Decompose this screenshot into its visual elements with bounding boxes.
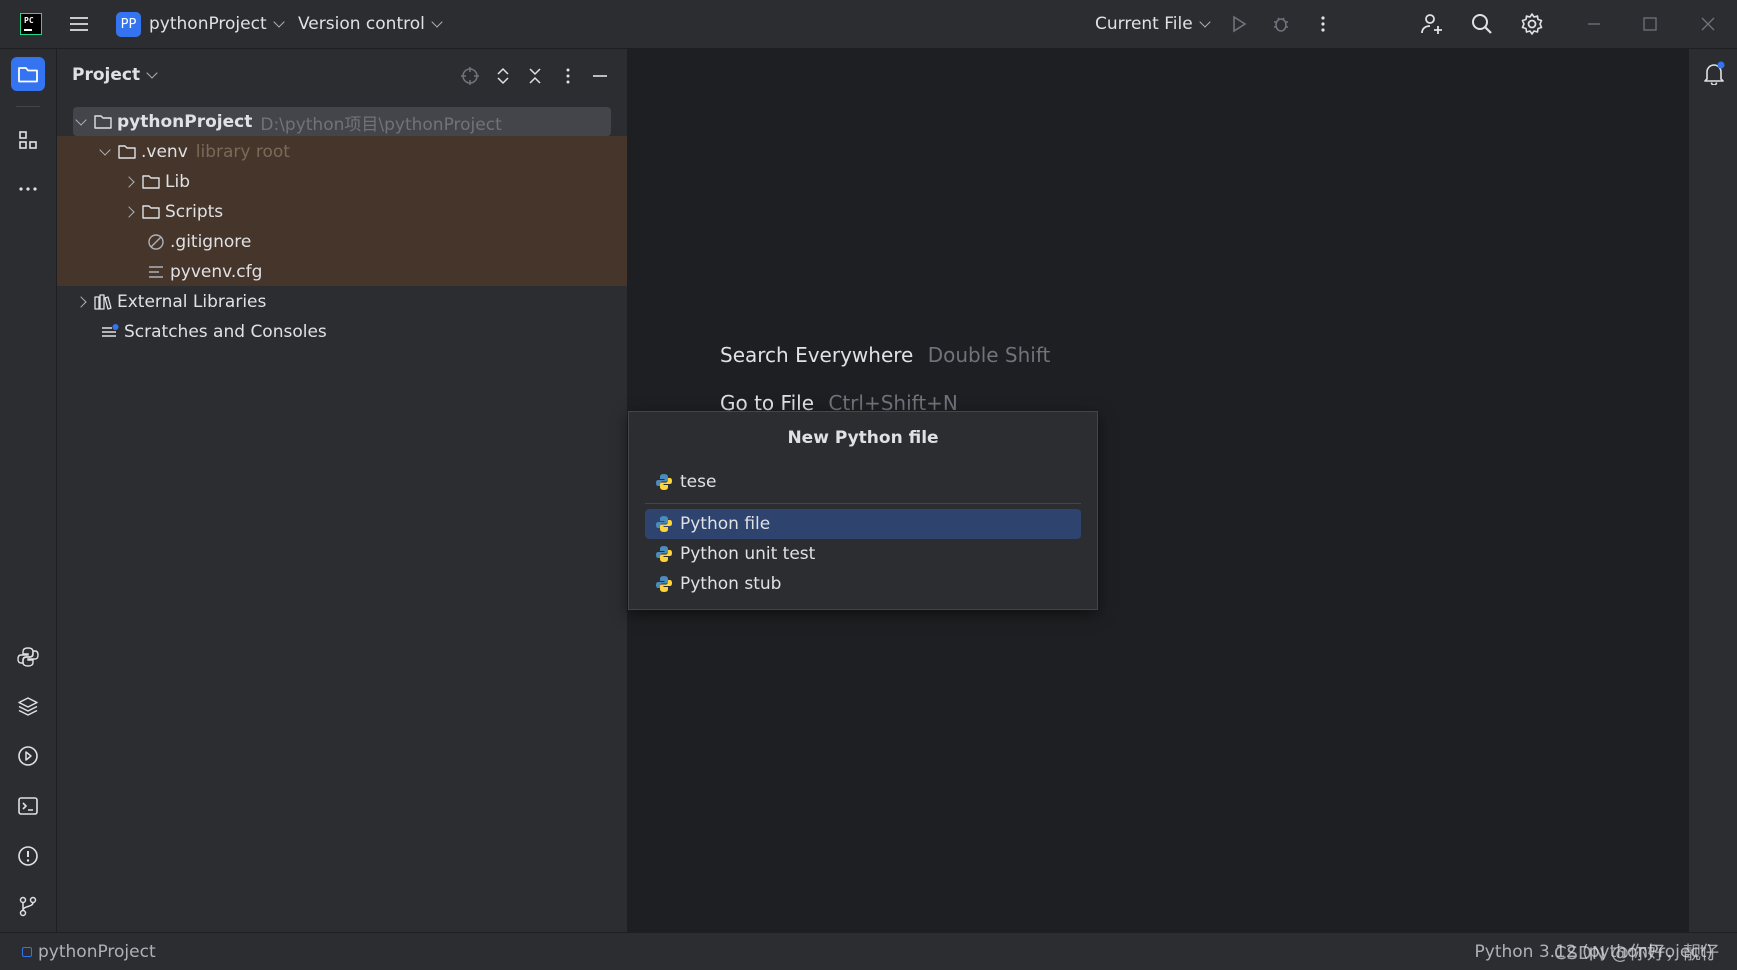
maximize-icon[interactable] <box>1640 14 1660 34</box>
version-control-menu[interactable]: Version control <box>298 0 443 48</box>
new-python-file-dialog: New Python file tese Python file Python … <box>628 411 1098 610</box>
problems-icon[interactable] <box>12 840 44 872</box>
dialog-divider <box>645 503 1081 504</box>
python-file-icon <box>656 516 672 532</box>
library-icon <box>94 294 112 310</box>
folder-icon <box>142 175 160 189</box>
chevron-down-icon <box>272 15 285 28</box>
project-selector[interactable]: PP pythonProject <box>116 0 285 48</box>
tree-item-scratches[interactable]: Scratches and Consoles <box>100 317 327 347</box>
python-console-icon[interactable] <box>12 641 44 673</box>
python-file-icon <box>656 546 672 562</box>
filename-input[interactable]: tese <box>645 467 1081 497</box>
tree-item-label: .gitignore <box>170 232 252 252</box>
tree-item-scripts[interactable]: Scripts <box>123 197 224 227</box>
option-label: Python unit test <box>680 544 816 564</box>
tree-item-label: Scripts <box>165 202 224 222</box>
python-file-icon <box>656 576 672 592</box>
project-name: pythonProject <box>149 14 267 34</box>
tree-item-label: External Libraries <box>117 292 267 312</box>
run-icon[interactable] <box>1229 14 1249 34</box>
chevron-right-icon <box>75 296 87 308</box>
close-icon[interactable] <box>1698 14 1718 34</box>
chevron-down-icon <box>99 144 111 156</box>
ignored-file-icon <box>148 234 164 250</box>
layers-icon[interactable] <box>12 690 44 722</box>
hint-action: Search Everywhere <box>720 343 914 367</box>
run-config-label: Current File <box>1095 14 1193 34</box>
option-python-stub[interactable]: Python stub <box>645 569 1081 599</box>
project-badge: PP <box>116 11 141 37</box>
tree-item-pythonproject[interactable]: pythonProject D:\python项目\pythonProject <box>75 107 502 137</box>
structure-icon[interactable] <box>12 124 44 156</box>
hamburger-menu-icon[interactable] <box>69 14 89 34</box>
folder-icon <box>94 115 112 129</box>
scratches-icon <box>102 324 119 337</box>
hide-panel-icon[interactable] <box>590 66 610 86</box>
more-vertical-icon[interactable] <box>558 66 578 86</box>
expand-all-icon[interactable] <box>493 66 513 86</box>
chevron-right-icon <box>123 206 135 218</box>
panel-header[interactable]: Project <box>72 63 158 87</box>
status-watermark: CSDN @你好，靓仔 <box>1553 942 1719 964</box>
status-project-breadcrumb[interactable]: pythonProject <box>22 933 156 970</box>
chevron-down-icon <box>146 66 158 79</box>
option-label: Python file <box>680 514 771 534</box>
chevron-right-icon <box>123 176 135 188</box>
tree-item-path: D:\python项目\pythonProject <box>260 114 502 135</box>
tree-item-label: Lib <box>165 172 190 192</box>
more-horizontal-icon[interactable] <box>12 173 44 205</box>
status-bar: pythonProject Python 3.12 (pythonProject… <box>0 932 1737 970</box>
tree-item-lib[interactable]: Lib <box>123 167 190 197</box>
option-python-file[interactable]: Python file <box>645 509 1081 539</box>
notifications-bell-icon[interactable] <box>1702 61 1726 86</box>
config-file-icon <box>149 266 163 278</box>
status-project-label: pythonProject <box>38 941 156 962</box>
locate-icon[interactable] <box>460 66 480 86</box>
tree-item-venv[interactable]: .venv library root <box>99 137 290 167</box>
git-branch-icon[interactable] <box>12 890 44 922</box>
folder-icon <box>142 205 160 219</box>
chevron-down-icon <box>1199 15 1211 28</box>
tree-item-pyvenv-cfg[interactable]: pyvenv.cfg <box>146 257 262 287</box>
terminal-icon[interactable] <box>12 790 44 822</box>
hint-search-everywhere: Search Everywhere Double Shift <box>720 343 1050 367</box>
tree-item-label: pythonProject <box>117 112 253 132</box>
filename-input-value: tese <box>680 472 717 492</box>
folder-icon <box>118 145 136 159</box>
option-python-unit-test[interactable]: Python unit test <box>645 539 1081 569</box>
services-icon[interactable] <box>12 740 44 772</box>
tree-item-label: .venv <box>141 142 188 162</box>
search-icon[interactable] <box>1470 12 1494 36</box>
tree-item-label: Scratches and Consoles <box>124 322 327 342</box>
version-control-label: Version control <box>298 14 425 34</box>
panel-title: Project <box>72 65 141 85</box>
option-label: Python stub <box>680 574 782 594</box>
dialog-title: New Python file <box>787 428 939 448</box>
folder-icon[interactable] <box>11 57 45 91</box>
strip-divider <box>16 106 40 107</box>
tree-item-label: pyvenv.cfg <box>170 262 263 282</box>
debug-icon[interactable] <box>1271 14 1291 34</box>
tree-item-external-libraries[interactable]: External Libraries <box>75 287 267 317</box>
tree-item-gitignore[interactable]: .gitignore <box>146 227 251 257</box>
square-icon <box>22 946 32 957</box>
more-vertical-icon[interactable] <box>1313 14 1333 34</box>
settings-gear-icon[interactable] <box>1520 12 1544 36</box>
minimize-icon[interactable] <box>1584 14 1604 34</box>
left-tool-strip <box>0 49 57 932</box>
pycharm-logo-icon[interactable]: PC <box>20 13 42 35</box>
collapse-all-icon[interactable] <box>525 66 545 86</box>
run-config-selector[interactable]: Current File <box>1095 0 1211 48</box>
tree-item-hint: library root <box>195 142 290 162</box>
add-user-icon[interactable] <box>1420 12 1444 36</box>
title-bar: PC PP pythonProject Version control Curr… <box>0 0 1737 49</box>
chevron-down-icon <box>75 114 87 126</box>
right-tool-strip <box>1688 49 1737 932</box>
chevron-down-icon <box>431 15 443 28</box>
python-file-icon <box>656 474 672 490</box>
project-tool-window: Project pythonProject D:\python项目\python… <box>57 49 628 932</box>
hint-shortcut: Double Shift <box>927 343 1051 367</box>
